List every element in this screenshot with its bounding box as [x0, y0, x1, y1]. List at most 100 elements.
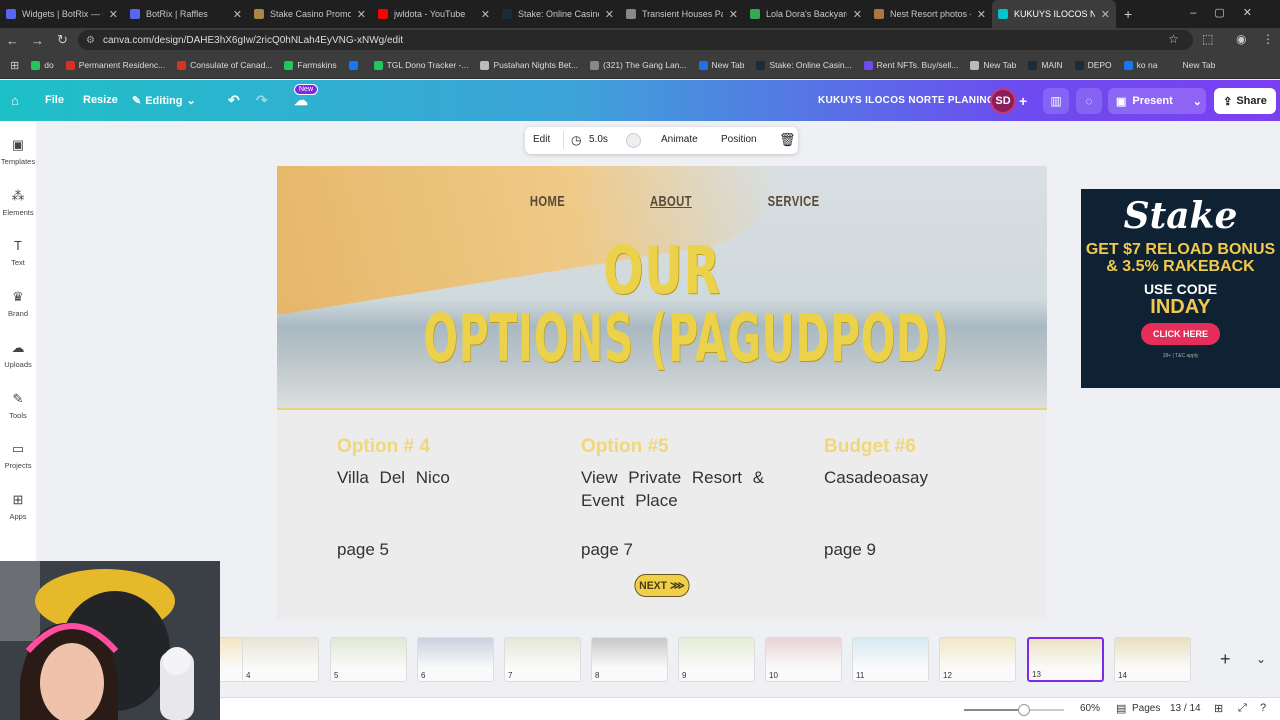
add-page-icon[interactable]: +: [1220, 649, 1231, 670]
url-input[interactable]: ⚙ canva.com/design/DAHE3hX6gIw/2ricQ0hNL…: [78, 30, 1193, 50]
browser-tab[interactable]: Stake: Online Casino ✕: [496, 0, 620, 28]
zoom-slider-handle[interactable]: [1018, 704, 1030, 716]
bookmark-item[interactable]: Rent NFTs. Buy/sell...: [858, 60, 965, 70]
present-button[interactable]: ▣ Present ⌄: [1108, 88, 1206, 114]
bookmark-item[interactable]: [343, 60, 368, 70]
bookmark-item[interactable]: do: [25, 60, 59, 70]
close-tab-icon[interactable]: ✕: [1101, 8, 1110, 21]
bookmark-item[interactable]: Consulate of Canad...: [171, 60, 278, 70]
apps-grid-icon[interactable]: ⊞: [4, 59, 25, 72]
page-thumbnail[interactable]: 6: [417, 637, 494, 682]
comments-icon[interactable]: ◌: [1076, 88, 1102, 114]
bookmark-item[interactable]: DEPO: [1069, 60, 1118, 70]
share-button[interactable]: ⇪ Share: [1214, 88, 1276, 114]
home-icon[interactable]: ⌂: [11, 93, 19, 108]
file-menu[interactable]: File: [45, 94, 64, 106]
option-page-link[interactable]: page 7: [581, 540, 633, 560]
sidebar-item-brand[interactable]: ♛ Brand: [0, 289, 36, 318]
sidebar-item-templates[interactable]: ▣ Templates: [0, 137, 36, 166]
sidebar-item-tools[interactable]: ✎ Tools: [0, 391, 36, 420]
add-collaborator-icon[interactable]: +: [1019, 93, 1027, 109]
close-tab-icon[interactable]: ✕: [977, 8, 986, 21]
slide-nav-service[interactable]: SERVICE: [768, 193, 820, 210]
zoom-level[interactable]: 60%: [1080, 703, 1100, 714]
stake-ad-banner[interactable]: Stake GET $7 RELOAD BONUS & 3.5% RAKEBAC…: [1081, 189, 1280, 388]
zoom-slider[interactable]: [964, 704, 1064, 716]
sidebar-item-elements[interactable]: ⁂ Elements: [0, 188, 36, 217]
browser-tab[interactable]: Nest Resort photos - ✕: [868, 0, 992, 28]
site-info-icon[interactable]: ⚙: [86, 35, 95, 46]
duration-button[interactable]: 5.0s: [589, 134, 608, 145]
page-thumbnail[interactable]: 4: [242, 637, 319, 682]
close-tab-icon[interactable]: ✕: [853, 8, 862, 21]
bookmark-item[interactable]: New Tab: [964, 60, 1022, 70]
bookmark-item[interactable]: MAIN: [1022, 60, 1068, 70]
page-thumbnail[interactable]: 12: [939, 637, 1016, 682]
grid-view-icon[interactable]: ⊞: [1214, 702, 1223, 715]
help-icon[interactable]: ?: [1260, 702, 1266, 714]
bookmark-item[interactable]: Farmskins: [278, 60, 342, 70]
bookmark-item[interactable]: (321) The Gang Lan...: [584, 60, 692, 70]
new-tab-icon[interactable]: +: [1124, 6, 1132, 22]
insights-icon[interactable]: ▥: [1043, 88, 1069, 114]
page-thumbnail[interactable]: 13: [1027, 637, 1104, 682]
bookmark-item[interactable]: New Tab: [693, 60, 751, 70]
fullscreen-icon[interactable]: ⤢: [1238, 702, 1247, 715]
trash-icon[interactable]: 🗑: [779, 132, 796, 148]
pages-button[interactable]: Pages: [1132, 703, 1160, 714]
next-button[interactable]: NEXT ⋙: [634, 574, 690, 597]
page-thumbnail[interactable]: 7: [504, 637, 581, 682]
ad-click-here-button[interactable]: CLICK HERE: [1140, 323, 1220, 345]
option-page-link[interactable]: page 5: [337, 540, 389, 560]
close-tab-icon[interactable]: ✕: [109, 8, 118, 21]
chevron-down-icon[interactable]: ⌄: [1193, 95, 1202, 108]
browser-tab[interactable]: Lola Dora's Backyard ✕: [744, 0, 868, 28]
page-thumbnail[interactable]: 9: [678, 637, 755, 682]
resize-button[interactable]: Resize: [83, 94, 118, 106]
slide-nav-home[interactable]: HOME: [530, 193, 565, 210]
browser-tab[interactable]: jwldota - YouTube ✕: [372, 0, 496, 28]
design-slide[interactable]: HOME ABOUT SERVICE OUR OPTIONS (PAGUDPOD…: [277, 166, 1047, 620]
browser-tab[interactable]: Stake Casino Promo ✕: [248, 0, 372, 28]
browser-menu-icon[interactable]: ⋮: [1262, 32, 1274, 46]
edit-button[interactable]: Edit: [533, 134, 550, 145]
pages-icon[interactable]: ▤: [1116, 702, 1126, 715]
bookmark-item[interactable]: TGL Dono Tracker -...: [368, 60, 475, 70]
sidebar-item-apps[interactable]: ⊞ Apps: [0, 492, 36, 521]
forward-icon[interactable]: →: [25, 33, 50, 48]
option-page-link[interactable]: page 9: [824, 540, 876, 560]
browser-tab[interactable]: BotRix | Raffles ✕: [124, 0, 248, 28]
background-color-swatch[interactable]: [626, 133, 641, 148]
browser-tab[interactable]: Widgets | BotRix — C ✕: [0, 0, 124, 28]
bookmark-item[interactable]: New Tab: [1163, 60, 1221, 70]
sidebar-item-projects[interactable]: ▭ Projects: [0, 441, 36, 470]
window-controls[interactable]: –▢✕: [1190, 6, 1270, 19]
close-tab-icon[interactable]: ✕: [605, 8, 614, 21]
slide-nav-about[interactable]: ABOUT: [650, 193, 692, 210]
bookmark-item[interactable]: Stake: Online Casin...: [750, 60, 857, 70]
close-tab-icon[interactable]: ✕: [233, 8, 242, 21]
extensions-icon[interactable]: ⬚: [1202, 32, 1213, 46]
page-thumbnail[interactable]: 11: [852, 637, 929, 682]
profile-avatar[interactable]: ◉: [1236, 32, 1246, 46]
animate-button[interactable]: Animate: [661, 134, 698, 145]
bookmark-item[interactable]: ko na: [1118, 60, 1164, 70]
close-tab-icon[interactable]: ✕: [357, 8, 366, 21]
browser-tab[interactable]: Transient Houses Pa ✕: [620, 0, 744, 28]
project-title[interactable]: KUKUYS ILOCOS NORTE PLANING: [818, 95, 995, 106]
page-thumbnail[interactable]: 10: [765, 637, 842, 682]
clock-icon[interactable]: ◷: [571, 133, 581, 147]
reload-icon[interactable]: ↻: [50, 32, 75, 48]
back-icon[interactable]: ←: [0, 33, 25, 48]
editing-mode-button[interactable]: ✎ Editing ⌄: [132, 94, 196, 108]
bookmark-item[interactable]: Pustahan Nights Bet...: [474, 60, 584, 70]
bookmark-item[interactable]: Permanent Residenc...: [60, 60, 171, 70]
page-thumbnail[interactable]: 5: [330, 637, 407, 682]
browser-tab[interactable]: KUKUYS ILOCOS NOR ✕: [992, 0, 1116, 28]
bookmark-star-icon[interactable]: ☆: [1168, 32, 1179, 46]
page-thumbnail[interactable]: 8: [591, 637, 668, 682]
page-thumbnail[interactable]: 14: [1114, 637, 1191, 682]
sidebar-item-uploads[interactable]: ☁ Uploads: [0, 340, 36, 369]
redo-icon[interactable]: ↷: [256, 92, 268, 109]
close-tab-icon[interactable]: ✕: [729, 8, 738, 21]
